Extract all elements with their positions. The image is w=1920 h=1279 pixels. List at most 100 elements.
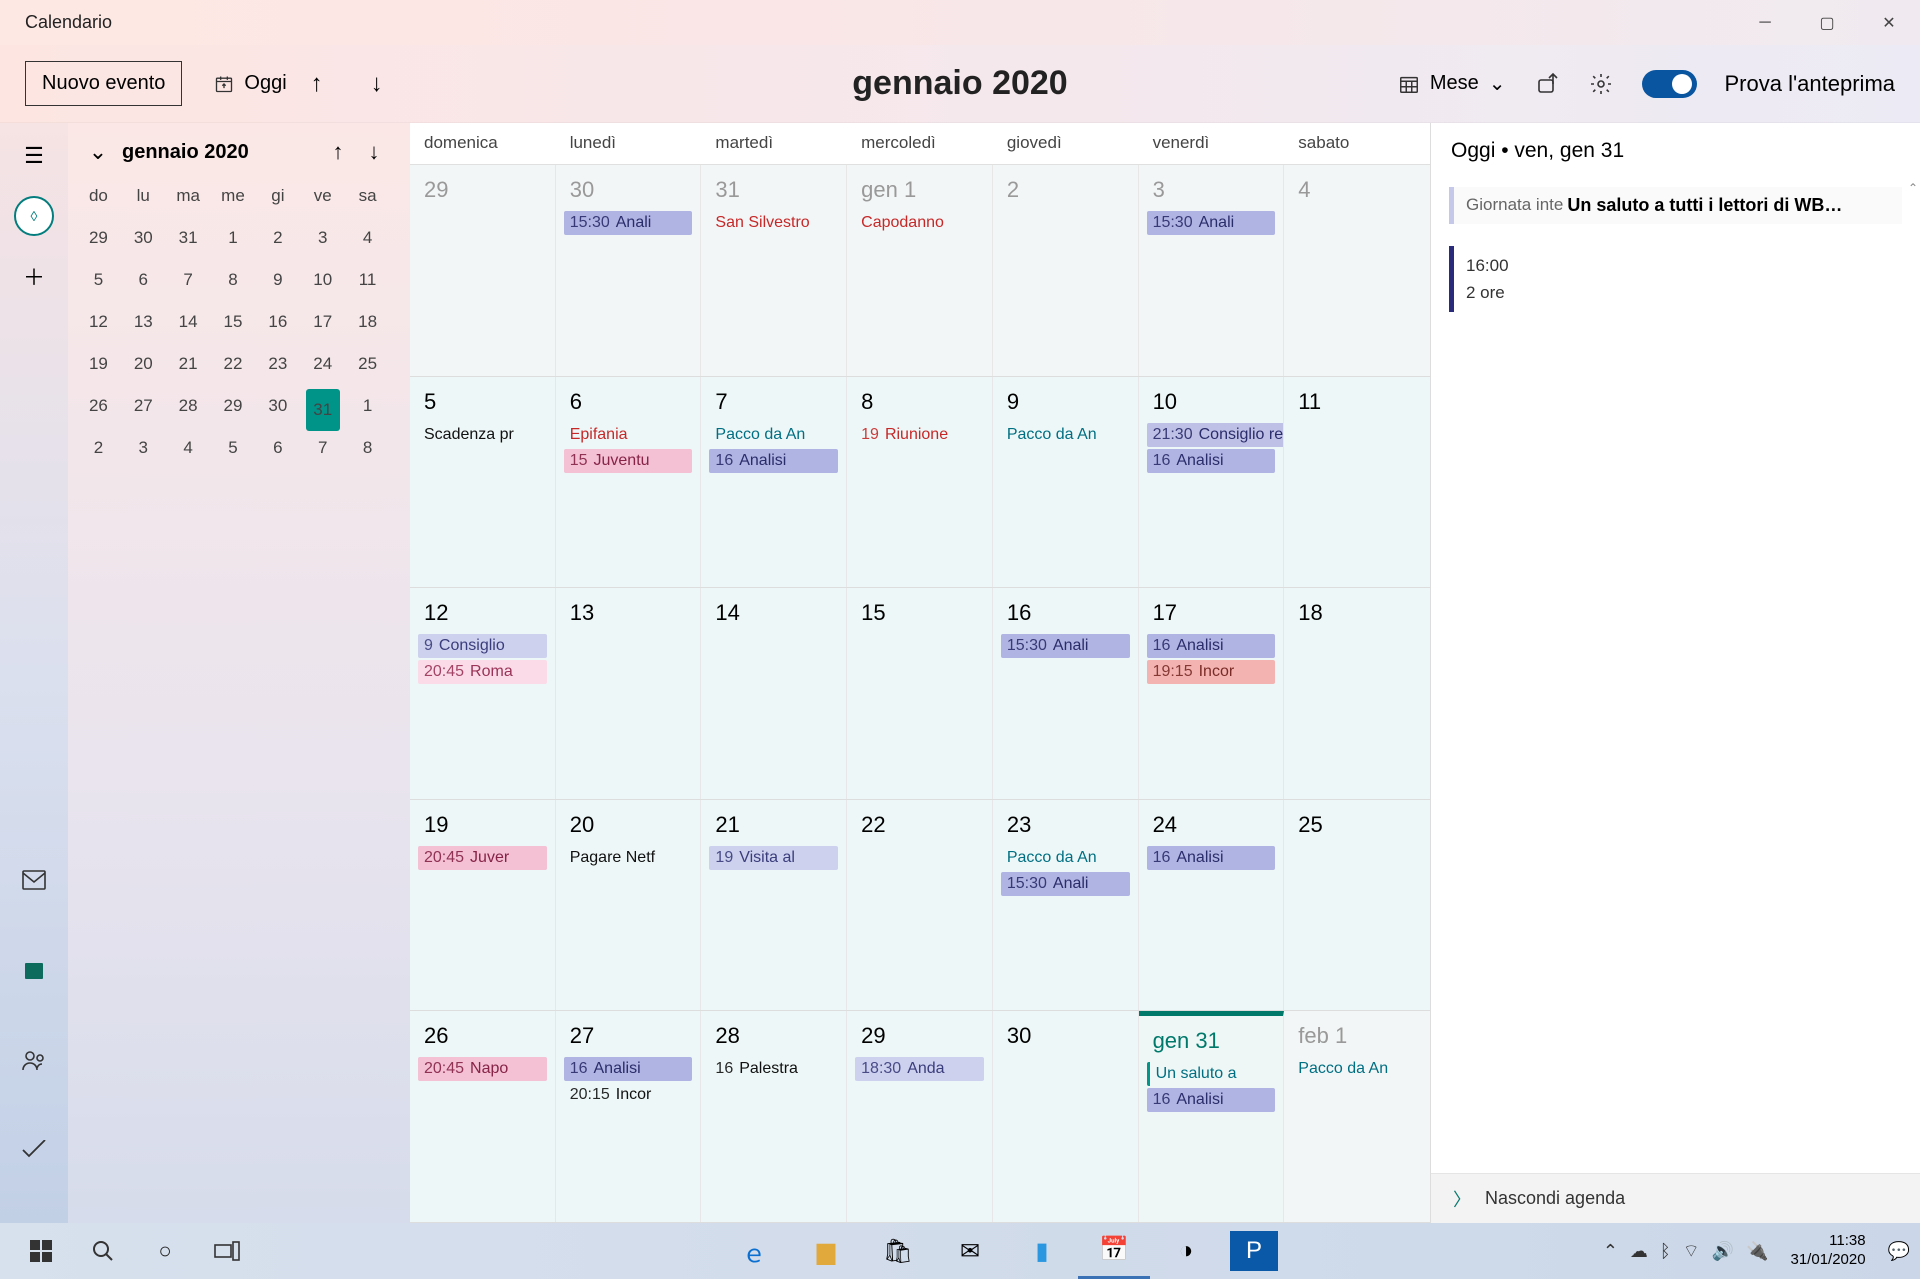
mini-cal-day[interactable]: 3 bbox=[121, 427, 166, 469]
calendar-event[interactable]: Pagare Netf bbox=[564, 846, 693, 870]
calendar-event[interactable]: Pacco da An bbox=[1001, 846, 1130, 870]
calendar-day[interactable]: gen 1Capodanno bbox=[847, 165, 993, 376]
mini-cal-day[interactable]: 17 bbox=[300, 301, 345, 343]
mini-cal-collapse-button[interactable]: ⌄ bbox=[82, 139, 114, 165]
calendar-event[interactable]: 15:30Anali bbox=[1001, 872, 1130, 896]
calendar-day[interactable]: 1716Analisi19:15Incor bbox=[1139, 588, 1285, 799]
people-button[interactable] bbox=[13, 1039, 55, 1081]
tray-expand-icon[interactable]: ⌃ bbox=[1603, 1241, 1618, 1262]
calendar-day[interactable]: 1615:30Anali bbox=[993, 588, 1139, 799]
calendar-day[interactable]: 1021:30Consiglio regionale - |16Analisi bbox=[1139, 377, 1285, 588]
calendar-event[interactable]: 20:15Incor bbox=[564, 1083, 693, 1107]
mini-cal-day[interactable]: 6 bbox=[121, 259, 166, 301]
calendar-day[interactable]: 6Epifania15Juventu bbox=[556, 377, 702, 588]
calendar-event[interactable]: 16Palestra bbox=[709, 1057, 838, 1081]
preview-toggle[interactable] bbox=[1642, 70, 1697, 98]
mini-cal-day[interactable]: 18 bbox=[345, 301, 390, 343]
calendar-event[interactable]: 18:30Anda bbox=[855, 1057, 984, 1081]
calendar-app-icon[interactable]: 📅 bbox=[1078, 1223, 1150, 1279]
next-month-button[interactable]: ↓ bbox=[355, 64, 399, 104]
calendar-day[interactable]: 2 bbox=[993, 165, 1139, 376]
mini-cal-day[interactable]: 10 bbox=[300, 259, 345, 301]
calendar-event[interactable]: 16Analisi bbox=[709, 449, 838, 473]
calendar-event[interactable]: 20:45Juver bbox=[418, 846, 547, 870]
taskbar[interactable]: ○ ｅ ▆ 🛍 ✉ ▮ 📅 ◑ P ⌃ ☁ ᛒ ⌔ 🔊 🔌 11:38 31/0… bbox=[0, 1223, 1920, 1279]
mini-cal-day[interactable]: 19 bbox=[76, 343, 121, 385]
calendar-event[interactable]: 15:30Anali bbox=[564, 211, 693, 235]
calendar-day[interactable]: 2119Visita al bbox=[701, 800, 847, 1011]
hide-agenda-button[interactable]: 〉 Nascondi agenda bbox=[1431, 1173, 1920, 1223]
calendar-day[interactable]: 22 bbox=[847, 800, 993, 1011]
mini-cal-day[interactable]: 27 bbox=[121, 385, 166, 427]
mini-cal-day[interactable]: 26 bbox=[76, 385, 121, 427]
mini-cal-day[interactable]: 6 bbox=[255, 427, 300, 469]
calendar-day[interactable]: 5Scadenza pr bbox=[410, 377, 556, 588]
today-button[interactable]: Oggi bbox=[214, 72, 286, 95]
calendar-day[interactable]: gen 31Un saluto a16Analisi bbox=[1139, 1011, 1285, 1222]
mini-cal-day[interactable]: 25 bbox=[345, 343, 390, 385]
calendar-day[interactable]: 2416Analisi bbox=[1139, 800, 1285, 1011]
agenda-item[interactable]: 16:00 2 ore bbox=[1449, 246, 1902, 312]
calendar-day[interactable]: 9Pacco da An bbox=[993, 377, 1139, 588]
calendar-day[interactable]: 2816Palestra bbox=[701, 1011, 847, 1222]
prev-month-button[interactable]: ↑ bbox=[295, 64, 339, 104]
calendar-day[interactable]: 2620:45Napo bbox=[410, 1011, 556, 1222]
share-icon[interactable] bbox=[1534, 71, 1560, 97]
mini-cal-day[interactable]: 5 bbox=[211, 427, 256, 469]
outlook-account-button[interactable]: ◊ bbox=[13, 195, 55, 237]
settings-icon[interactable] bbox=[1588, 71, 1614, 97]
add-calendar-button[interactable]: ＋ bbox=[13, 255, 55, 297]
calendar-day[interactable]: 14 bbox=[701, 588, 847, 799]
calendar-day[interactable]: 129Consiglio20:45Roma bbox=[410, 588, 556, 799]
mini-cal-day[interactable]: 5 bbox=[76, 259, 121, 301]
cortana-button[interactable]: ○ bbox=[134, 1223, 196, 1279]
mini-cal-day[interactable]: 12 bbox=[76, 301, 121, 343]
mini-cal-day[interactable]: 31 bbox=[166, 217, 211, 259]
pinned-app-icon[interactable]: P bbox=[1230, 1231, 1278, 1271]
power-icon[interactable]: 🔌 bbox=[1746, 1241, 1768, 1262]
minimize-button[interactable]: ─ bbox=[1734, 0, 1796, 45]
calendar-day[interactable]: 30 bbox=[993, 1011, 1139, 1222]
wifi-icon[interactable]: ⌔ bbox=[1683, 1240, 1700, 1263]
task-view-button[interactable] bbox=[196, 1223, 258, 1279]
edge-app-icon[interactable]: ｅ bbox=[718, 1223, 790, 1279]
calendar-event[interactable]: 16Analisi bbox=[564, 1057, 693, 1081]
calendar-day[interactable]: 11 bbox=[1284, 377, 1430, 588]
hamburger-button[interactable]: ☰ bbox=[13, 135, 55, 177]
maximize-button[interactable]: ▢ bbox=[1796, 0, 1858, 45]
calendar-event[interactable]: Un saluto a bbox=[1147, 1062, 1276, 1086]
calendar-event[interactable]: Capodanno bbox=[855, 211, 984, 235]
calendar-button[interactable] bbox=[13, 949, 55, 991]
calendar-event[interactable]: 20:45Napo bbox=[418, 1057, 547, 1081]
calendar-day[interactable]: 7Pacco da An16Analisi bbox=[701, 377, 847, 588]
mini-cal-day[interactable]: 2 bbox=[255, 217, 300, 259]
mini-cal-day[interactable]: 30 bbox=[121, 217, 166, 259]
volume-icon[interactable]: 🔊 bbox=[1712, 1241, 1734, 1262]
mini-cal-prev-button[interactable]: ↑ bbox=[322, 139, 354, 165]
mini-cal-day[interactable]: 1 bbox=[211, 217, 256, 259]
calendar-day[interactable]: 18 bbox=[1284, 588, 1430, 799]
mail-app-icon[interactable]: ✉ bbox=[934, 1223, 1006, 1279]
calendar-event[interactable]: 15:30Anali bbox=[1001, 634, 1130, 658]
calendar-event[interactable]: Epifania bbox=[564, 423, 693, 447]
mini-cal-day[interactable]: 4 bbox=[166, 427, 211, 469]
mini-cal-day[interactable]: 30 bbox=[255, 385, 300, 427]
mini-cal-day[interactable]: 22 bbox=[211, 343, 256, 385]
calendar-day[interactable]: 23Pacco da An15:30Anali bbox=[993, 800, 1139, 1011]
new-event-button[interactable]: Nuovo evento bbox=[25, 61, 182, 106]
calendar-event[interactable]: 16Analisi bbox=[1147, 449, 1276, 473]
mini-cal-day[interactable]: 31 bbox=[300, 385, 345, 427]
calendar-event[interactable]: 16Analisi bbox=[1147, 634, 1276, 658]
scroll-up-icon[interactable]: ⌃ bbox=[1908, 181, 1918, 195]
mini-cal-day[interactable]: 4 bbox=[345, 217, 390, 259]
calendar-day[interactable]: 25 bbox=[1284, 800, 1430, 1011]
view-picker[interactable]: Mese ⌄ bbox=[1398, 71, 1506, 96]
mini-cal-day[interactable]: 20 bbox=[121, 343, 166, 385]
mini-cal-day[interactable]: 28 bbox=[166, 385, 211, 427]
calendar-event[interactable]: 15Juventu bbox=[564, 449, 693, 473]
taskbar-clock[interactable]: 11:38 31/01/2020 bbox=[1781, 1232, 1876, 1270]
calendar-event[interactable]: 21:30Consiglio regionale - | bbox=[1147, 423, 1285, 447]
calendar-event[interactable]: Pacco da An bbox=[1001, 423, 1130, 447]
calendar-day[interactable]: 819Riunione bbox=[847, 377, 993, 588]
calendar-event[interactable]: Pacco da An bbox=[1292, 1057, 1422, 1081]
